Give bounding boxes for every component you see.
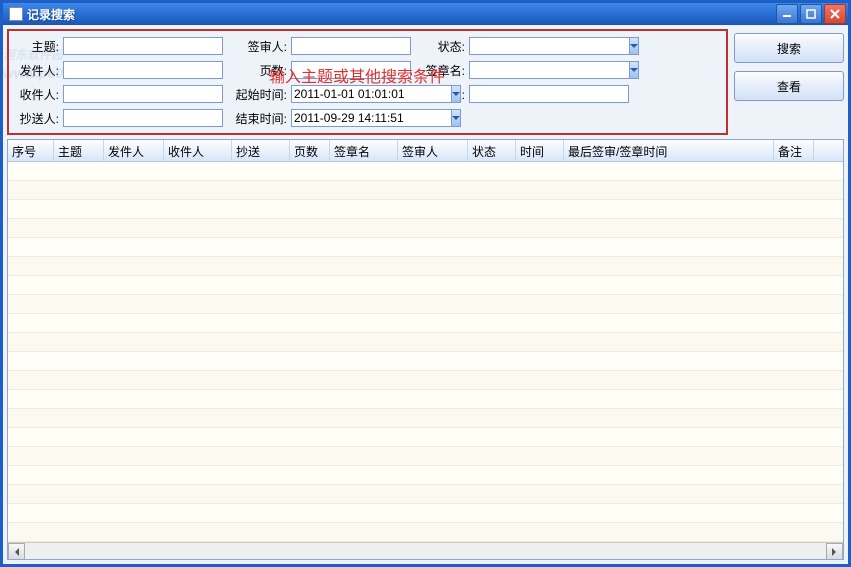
sealname-combo[interactable] [469,61,629,79]
table-row[interactable] [8,181,843,200]
end-time-input[interactable] [291,109,451,127]
table-row[interactable] [8,523,843,542]
table-row[interactable] [8,485,843,504]
table-row[interactable] [8,504,843,523]
horizontal-scrollbar[interactable] [8,542,843,559]
cc-input[interactable] [63,109,223,127]
sender-input[interactable] [63,61,223,79]
approver-input[interactable] [291,37,411,55]
receiver-label: 收件人: [15,86,59,103]
column-header-cc[interactable]: 抄送 [232,140,290,161]
table-row[interactable] [8,371,843,390]
column-header-sealname[interactable]: 签章名 [330,140,398,161]
table-row[interactable] [8,295,843,314]
end-time-combo[interactable] [291,109,411,127]
end-time-label: 结束时间: [227,110,287,127]
sealname-label: 签章名: [415,62,465,79]
window-title: 记录搜索 [27,6,75,23]
subject-label: 主题: [15,38,59,55]
column-header-lasttime[interactable]: 最后签审/签章时间 [564,140,774,161]
status-label: 状态: [415,38,465,55]
column-header-pages[interactable]: 页数 [290,140,330,161]
maximize-button[interactable] [800,4,822,24]
scroll-left-icon[interactable] [8,543,25,560]
column-header-remark[interactable]: 备注 [774,140,814,161]
chevron-down-icon[interactable] [629,61,639,79]
status-combo[interactable] [469,37,629,55]
titlebar: 记录搜索 [3,3,848,25]
column-header-index[interactable]: 序号 [8,140,54,161]
column-header-status[interactable]: 状态 [468,140,516,161]
table-row[interactable] [8,466,843,485]
cc-label: 抄送人: [15,110,59,127]
column-header-receiver[interactable]: 收件人 [164,140,232,161]
search-form: 主题: 签审人: 状态: 发件人: 页数: 签章名: [7,29,728,135]
chevron-down-icon[interactable] [451,109,461,127]
chevron-down-icon[interactable] [451,85,461,103]
results-grid: 序号 主题 发件人 收件人 抄送 页数 签章名 签审人 状态 时间 最后签审/签… [7,139,844,560]
table-row[interactable] [8,352,843,371]
sender-label: 发件人: [15,62,59,79]
table-row[interactable] [8,219,843,238]
grid-body [8,162,843,542]
table-row[interactable] [8,276,843,295]
scroll-track[interactable] [25,543,826,559]
table-row[interactable] [8,409,843,428]
table-row[interactable] [8,390,843,409]
table-row[interactable] [8,257,843,276]
approver-label: 签审人: [227,38,287,55]
table-row[interactable] [8,200,843,219]
start-time-combo[interactable] [291,85,411,103]
receiver-input[interactable] [63,85,223,103]
remark-input[interactable] [469,85,629,103]
pages-label: 页数: [227,62,287,79]
grid-header: 序号 主题 发件人 收件人 抄送 页数 签章名 签审人 状态 时间 最后签审/签… [8,140,843,162]
subject-input[interactable] [63,37,223,55]
pages-input[interactable] [291,61,411,79]
table-row[interactable] [8,428,843,447]
sealname-input[interactable] [469,61,629,79]
table-row[interactable] [8,162,843,181]
main-window: 记录搜索 河东软件园 www.pc0359.cn 主题: 签审人: [0,0,851,567]
view-button[interactable]: 查看 [734,71,844,101]
scroll-right-icon[interactable] [826,543,843,560]
table-row[interactable] [8,314,843,333]
column-header-approver[interactable]: 签审人 [398,140,468,161]
column-header-subject[interactable]: 主题 [54,140,104,161]
column-header-sender[interactable]: 发件人 [104,140,164,161]
minimize-button[interactable] [776,4,798,24]
app-icon [9,7,23,21]
status-input[interactable] [469,37,629,55]
search-button[interactable]: 搜索 [734,33,844,63]
table-row[interactable] [8,238,843,257]
table-row[interactable] [8,333,843,352]
column-header-time[interactable]: 时间 [516,140,564,161]
chevron-down-icon[interactable] [629,37,639,55]
table-row[interactable] [8,447,843,466]
close-button[interactable] [824,4,846,24]
start-time-label: 起始时间: [227,86,287,103]
start-time-input[interactable] [291,85,451,103]
